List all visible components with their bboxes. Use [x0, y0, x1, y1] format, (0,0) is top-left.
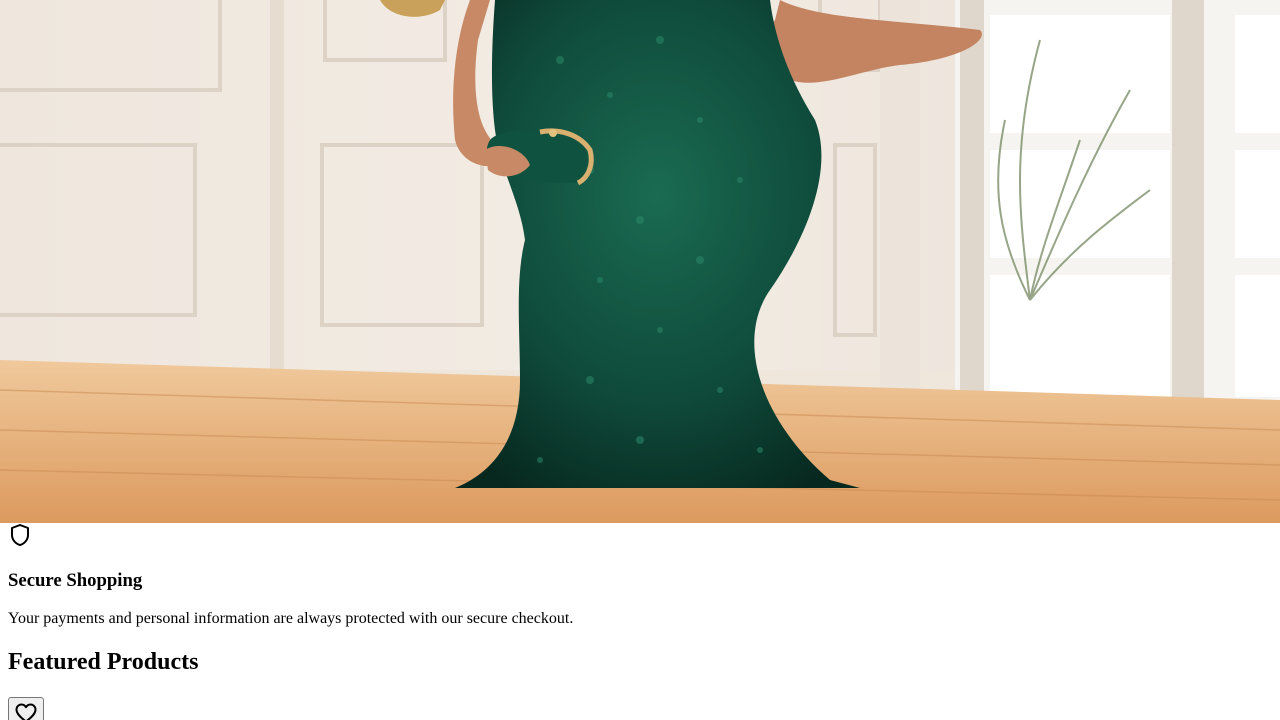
shield-icon — [8, 523, 32, 547]
hero-product-image[interactable] — [0, 0, 1280, 523]
product-page: Secure Shopping Your payments and person… — [0, 0, 1280, 720]
secure-shopping-description: Your payments and personal information a… — [8, 610, 574, 627]
wishlist-button[interactable] — [8, 697, 44, 720]
secure-shopping-title: Secure Shopping — [8, 570, 143, 591]
heart-icon — [15, 703, 37, 720]
featured-products-heading: Featured Products — [8, 649, 199, 675]
hero-photo-illustration — [0, 0, 1280, 523]
